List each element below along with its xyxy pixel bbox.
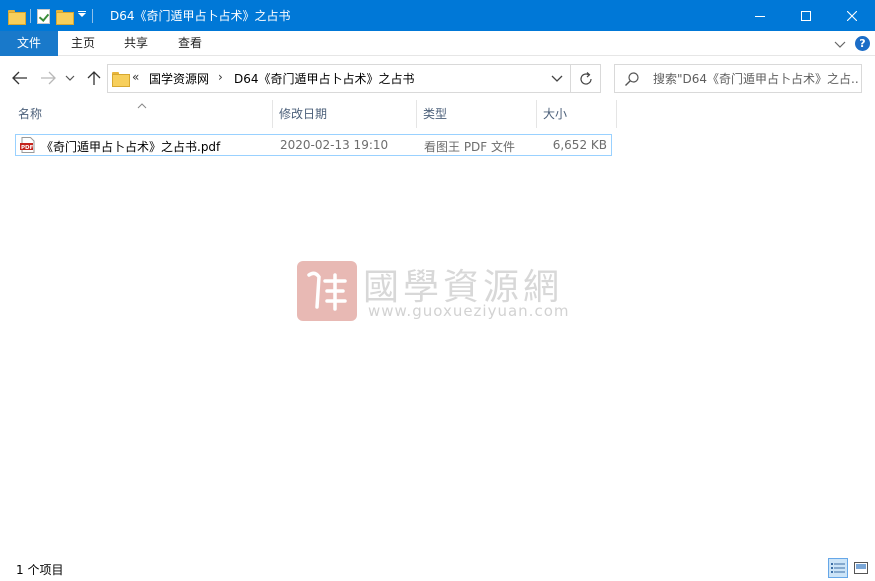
quick-access-toolbar [8, 6, 93, 26]
chevron-down-icon [65, 75, 75, 81]
item-count: 1 个项目 [16, 563, 64, 577]
properties-check-icon[interactable] [37, 8, 50, 24]
help-icon[interactable]: ? [855, 36, 870, 51]
column-header-size[interactable]: 大小 [537, 100, 617, 128]
folder-icon [112, 72, 130, 87]
tab-home[interactable]: 主页 [58, 31, 108, 56]
large-icons-view-button[interactable] [851, 558, 871, 578]
details-view-icon [831, 563, 845, 573]
maximize-button[interactable] [783, 0, 829, 31]
breadcrumb-root[interactable]: 国学资源网 [149, 70, 209, 87]
breadcrumb-separator[interactable]: › [218, 70, 223, 84]
large-icons-view-icon [854, 562, 868, 574]
watermark-logo [297, 261, 357, 321]
status-bar: 1 个项目 [0, 556, 875, 581]
search-box[interactable] [614, 64, 862, 93]
column-header-name[interactable]: 名称 [15, 100, 273, 128]
navigation-bar: « 国学资源网 › D64《奇门遁甲占卜占术》之占书 [0, 56, 875, 100]
tab-share[interactable]: 共享 [110, 31, 162, 56]
window-title: D64《奇门遁甲占卜占术》之占书 [110, 9, 291, 23]
tab-file[interactable]: 文件 [0, 31, 58, 56]
maximize-icon [801, 10, 811, 21]
search-icon [624, 71, 640, 87]
toolbar-separator [92, 9, 93, 23]
search-input[interactable] [653, 66, 858, 91]
minimize-button[interactable] [737, 0, 783, 31]
arrow-right-icon [41, 71, 56, 85]
chevron-down-icon [551, 75, 563, 82]
back-button[interactable] [10, 68, 30, 88]
more-locations-button[interactable]: « [132, 70, 139, 84]
toolbar-separator [30, 9, 31, 23]
address-history-button[interactable] [550, 73, 566, 85]
minimize-icon [755, 15, 765, 17]
refresh-button[interactable] [578, 71, 594, 87]
file-type: 看图王 PDF 文件 [424, 140, 516, 154]
svg-text:PDF: PDF [21, 145, 34, 151]
file-modified-date: 2020-02-13 19:10 [280, 138, 389, 152]
title-bar: D64《奇门遁甲占卜占术》之占书 [0, 0, 875, 31]
file-name: 《奇门遁甲占卜占术》之占书.pdf [41, 140, 221, 154]
watermark-url: www.guoxueziyuan.com [368, 302, 570, 320]
address-bar[interactable]: « 国学资源网 › D64《奇门遁甲占卜占术》之占书 [107, 64, 601, 93]
column-header-date[interactable]: 修改日期 [273, 100, 417, 128]
pdf-file-icon: PDF [20, 137, 36, 153]
refresh-icon [580, 72, 592, 85]
file-size: 6,652 KB [552, 138, 607, 152]
expand-ribbon-icon[interactable] [833, 37, 847, 51]
close-button[interactable] [829, 0, 875, 31]
details-view-button[interactable] [828, 558, 848, 578]
file-row[interactable]: PDF 《奇门遁甲占卜占术》之占书.pdf 2020-02-13 19:10 看… [15, 134, 612, 156]
breadcrumb-current[interactable]: D64《奇门遁甲占卜占术》之占书 [234, 70, 415, 87]
column-header-type[interactable]: 类型 [417, 100, 537, 128]
tab-view[interactable]: 查看 [164, 31, 216, 56]
divider [570, 65, 571, 92]
up-button[interactable] [84, 68, 104, 88]
new-folder-icon[interactable] [56, 9, 74, 25]
forward-button[interactable] [38, 68, 58, 88]
close-icon [847, 10, 857, 21]
recent-locations-button[interactable] [63, 68, 77, 88]
ribbon-tabs: 文件 主页 共享 查看 ? [0, 31, 875, 56]
folder-icon [8, 9, 26, 25]
arrow-left-icon [12, 71, 27, 85]
customize-dropdown-icon[interactable] [78, 10, 86, 22]
arrow-up-icon [87, 71, 101, 85]
